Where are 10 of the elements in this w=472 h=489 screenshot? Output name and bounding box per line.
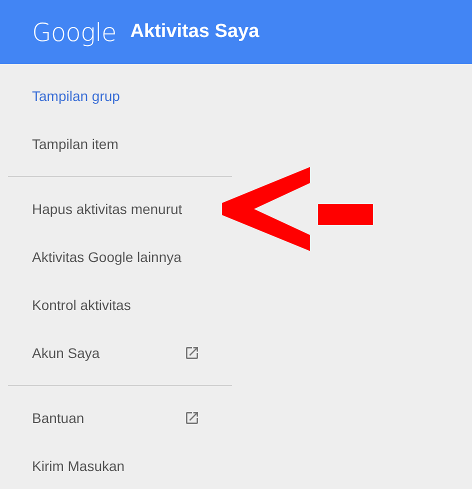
menu-item[interactable]: Tampilan grup	[8, 72, 232, 120]
menu-item[interactable]: Bantuan	[8, 394, 232, 442]
menu-item[interactable]: Aktivitas Google lainnya	[8, 233, 232, 281]
logo: Google	[32, 18, 116, 46]
page-title: Aktivitas Saya	[130, 21, 260, 43]
menu-item[interactable]: Tampilan item	[8, 120, 232, 168]
menu-item[interactable]: Kontrol aktivitas	[8, 281, 232, 329]
menu-item[interactable]: Kirim Masukan	[8, 442, 232, 489]
menu-item[interactable]: Akun Saya	[8, 329, 232, 377]
menu-item[interactable]: Hapus aktivitas menurut	[8, 185, 232, 233]
